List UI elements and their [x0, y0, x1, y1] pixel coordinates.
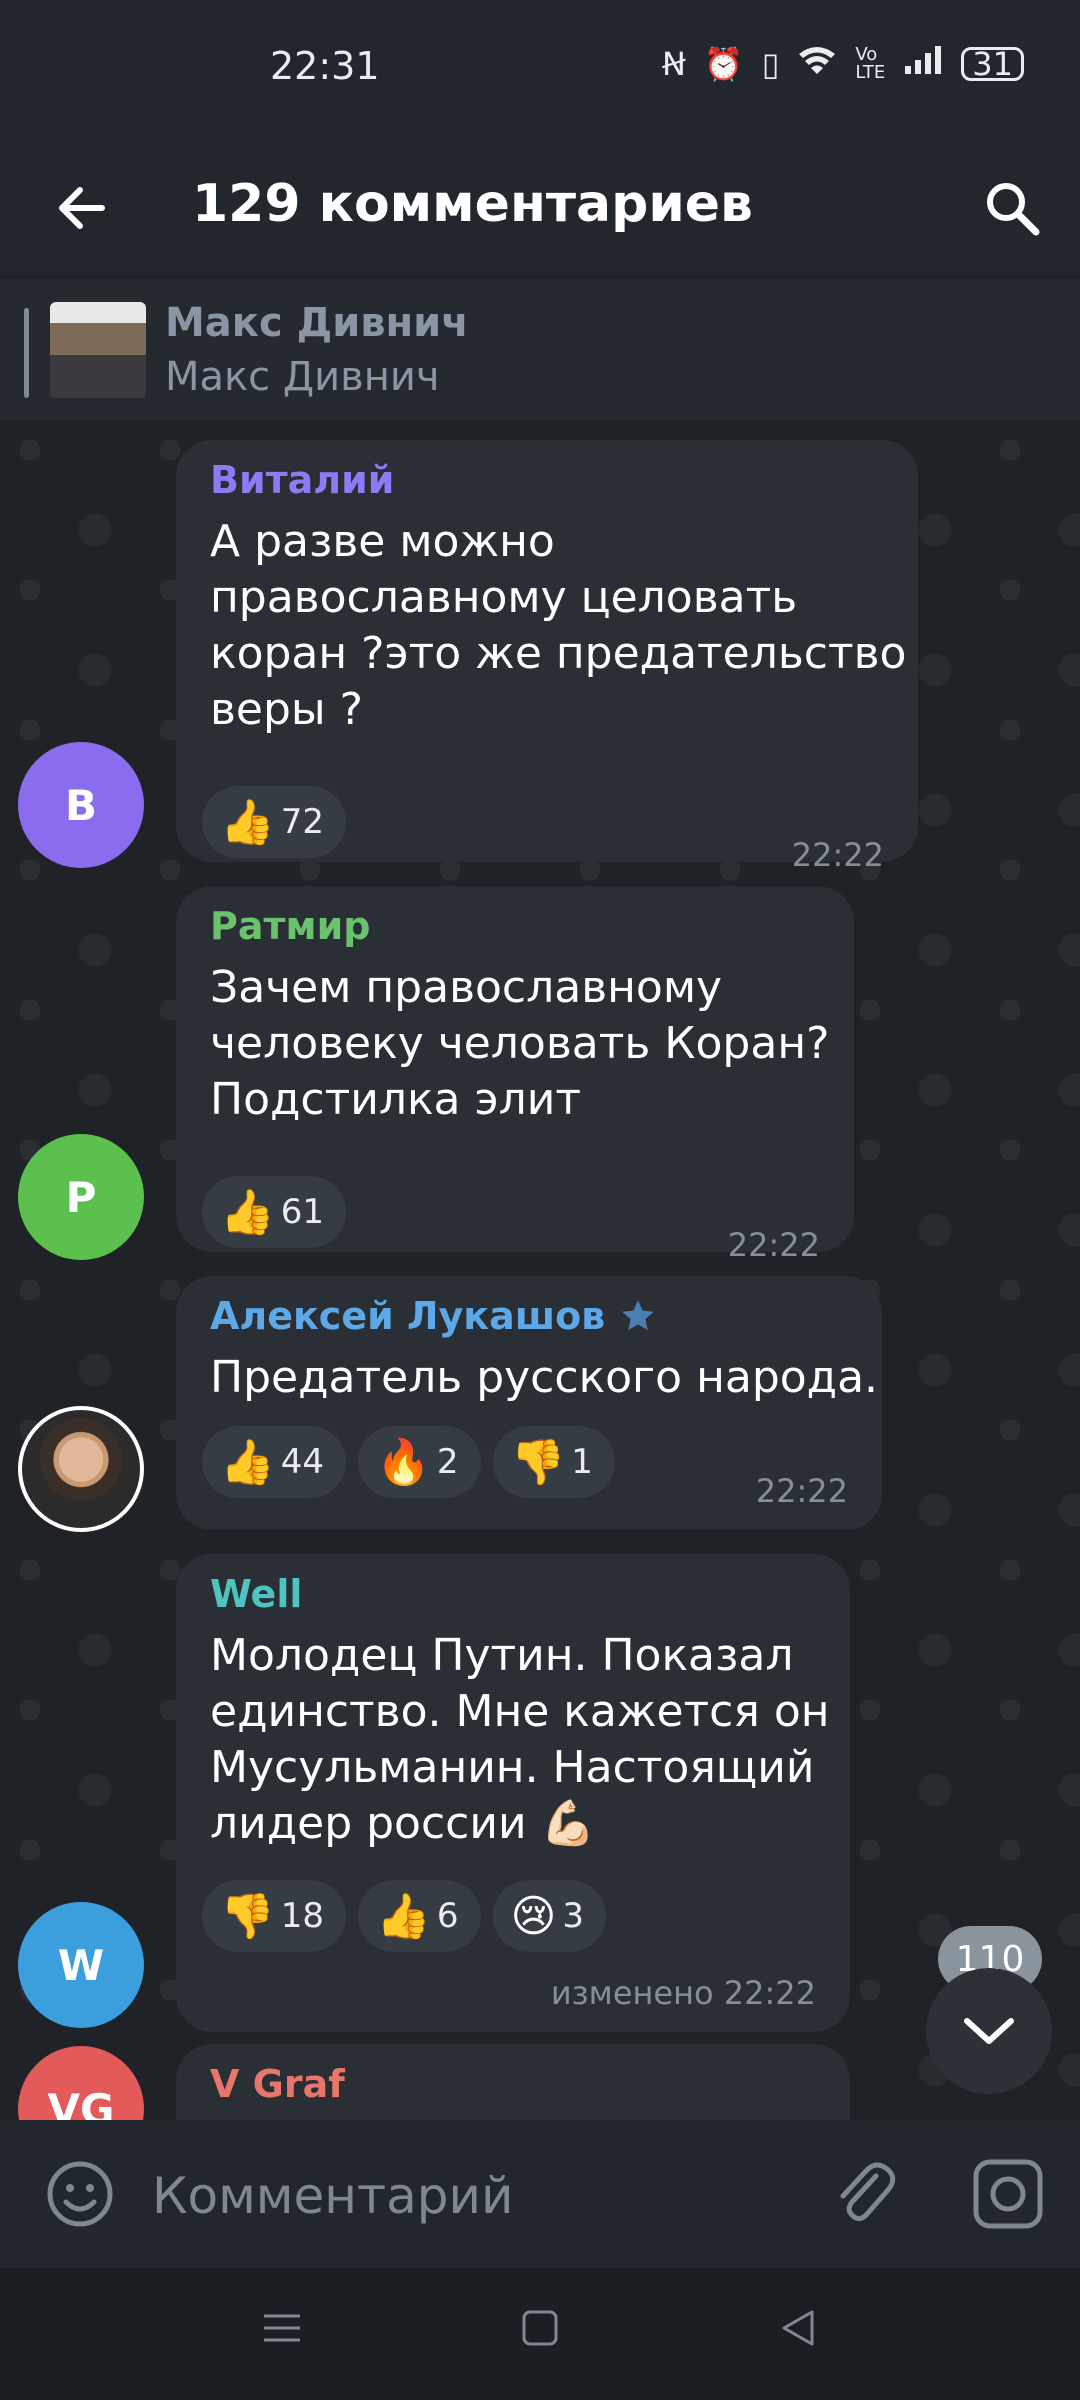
- thumbs-up-icon: 👍: [220, 797, 275, 848]
- comment-time: 22:22: [755, 1472, 848, 1510]
- menu-icon: [264, 2314, 300, 2342]
- paperclip-icon: [840, 2162, 896, 2222]
- back-nav-button[interactable]: [778, 2308, 818, 2352]
- attach-button[interactable]: [826, 2156, 902, 2236]
- scroll-down-button[interactable]: [926, 1968, 1052, 2094]
- avatar[interactable]: В: [18, 742, 144, 868]
- reaction-count: 72: [280, 802, 325, 842]
- reaction-like[interactable]: 👍 72: [202, 786, 347, 858]
- reaction-count: 2: [436, 1442, 459, 1482]
- reaction-like[interactable]: 👍 44: [202, 1426, 347, 1498]
- status-time: 22:31: [270, 44, 380, 88]
- thumbs-down-icon: 👎: [220, 1891, 275, 1942]
- comment-bubble[interactable]: Виталий А разве можно православному цело…: [176, 440, 918, 874]
- pinned-bar: [24, 308, 29, 398]
- app-bar: 129 комментариев: [0, 140, 1080, 276]
- comments-list[interactable]: Виталий А разве можно православному цело…: [0, 420, 1080, 2120]
- comment-input-bar: [0, 2120, 1080, 2268]
- arrow-left-icon: [59, 187, 105, 229]
- pinned-message[interactable]: Макс Дивнич Макс Дивнич: [0, 276, 1080, 422]
- search-icon: [987, 183, 1040, 236]
- avatar[interactable]: Р: [18, 1134, 144, 1260]
- emoji-button[interactable]: [44, 2158, 116, 2234]
- pinned-title: Макс Дивнич: [165, 300, 469, 346]
- reaction-count: 1: [571, 1442, 593, 1482]
- home-icon: [522, 2310, 558, 2346]
- comment-bubble[interactable]: Алексей Лукашов Предатель русского народ…: [176, 1276, 882, 1530]
- back-icon: [782, 2310, 814, 2346]
- comment-time: изменено 22:22: [550, 1974, 816, 2012]
- fire-icon: 🔥: [376, 1437, 431, 1488]
- alarm-icon: ⏰: [703, 45, 744, 83]
- comment-text: А разве можно православному целовать кор…: [210, 516, 907, 735]
- comment-bubble[interactable]: Well Молодец Путин. Показал единство. Мн…: [176, 1554, 850, 2032]
- reaction-like[interactable]: 👍 6: [358, 1880, 481, 1952]
- reactions: 👍 72: [202, 786, 347, 858]
- vibrate-icon: ▯: [761, 45, 780, 83]
- nfc-icon: Ꞥ: [661, 45, 686, 83]
- instagram-camera-icon: [973, 2159, 1043, 2229]
- wifi-icon: [797, 44, 837, 84]
- reactions: 👍 61: [202, 1176, 347, 1248]
- search-button[interactable]: [974, 170, 1050, 246]
- chevron-down-icon: [964, 2018, 1014, 2044]
- reaction-count: 61: [280, 1192, 325, 1232]
- comment-time: 22:22: [727, 1226, 820, 1264]
- reaction-count: 3: [562, 1896, 585, 1936]
- pinned-thumbnail: [50, 302, 146, 398]
- avatar-photo[interactable]: [18, 1406, 144, 1532]
- comment-author[interactable]: V Graf: [210, 2062, 345, 2106]
- crying-face-icon: 😢: [510, 1890, 557, 1942]
- thumbs-up-icon: 👍: [220, 1437, 275, 1488]
- star-icon: [622, 1300, 655, 1331]
- pinned-subtitle: Макс Дивнич: [165, 354, 440, 400]
- status-icons: Ꞥ ⏰ ▯ Vo LTE 31: [662, 44, 1024, 84]
- comment-time: 22:22: [791, 836, 884, 874]
- thumbs-down-icon: 👎: [510, 1437, 566, 1488]
- comment-author[interactable]: Ратмир: [210, 904, 370, 948]
- comment-text: Зачем православному человеку человать Ко…: [210, 962, 830, 1125]
- comment-author[interactable]: Виталий: [210, 458, 394, 502]
- battery-icon: 31: [961, 47, 1024, 81]
- smile-icon: [47, 2161, 113, 2227]
- reactions: 👎 18 👍 6 😢 3: [202, 1880, 607, 1952]
- avatar[interactable]: W: [18, 1902, 144, 2028]
- reaction-dislike[interactable]: 👎 1: [492, 1426, 615, 1498]
- back-button[interactable]: [44, 170, 120, 246]
- comment-input[interactable]: [150, 2150, 774, 2242]
- comment-text: Молодец Путин. Показал единство. Мне каж…: [210, 1630, 830, 1849]
- reaction-count: 6: [436, 1896, 459, 1936]
- status-bar: 22:31 Ꞥ ⏰ ▯ Vo LTE 31: [0, 0, 1080, 140]
- comment-author[interactable]: Алексей Лукашов: [210, 1294, 658, 1338]
- home-button[interactable]: [520, 2308, 560, 2352]
- camera-button[interactable]: [970, 2156, 1046, 2236]
- reaction-like[interactable]: 👍 61: [202, 1176, 347, 1248]
- volte-icon: Vo LTE: [855, 44, 886, 83]
- comment-author[interactable]: Well: [210, 1572, 302, 1616]
- menu-button[interactable]: [262, 2308, 302, 2352]
- signal-icon: [903, 44, 943, 84]
- thumbs-up-icon: 👍: [376, 1891, 431, 1942]
- comment-text: Предатель русского народа.: [210, 1352, 879, 1403]
- reaction-count: 18: [280, 1896, 325, 1936]
- reaction-fire[interactable]: 🔥 2: [358, 1426, 481, 1498]
- reaction-cry[interactable]: 😢 3: [492, 1880, 607, 1952]
- reactions: 👍 44 🔥 2 👎 1: [202, 1426, 615, 1498]
- reaction-count: 44: [280, 1442, 325, 1482]
- comment-bubble[interactable]: V Graf: [176, 2044, 850, 2120]
- system-navigation-bar: [0, 2268, 1080, 2400]
- avatar[interactable]: VG: [18, 2046, 144, 2120]
- thumbs-up-icon: 👍: [220, 1187, 275, 1238]
- page-title: 129 комментариев: [192, 174, 753, 234]
- reaction-dislike[interactable]: 👎 18: [202, 1880, 347, 1952]
- comment-bubble[interactable]: Ратмир Зачем православному человеку чело…: [176, 886, 854, 1264]
